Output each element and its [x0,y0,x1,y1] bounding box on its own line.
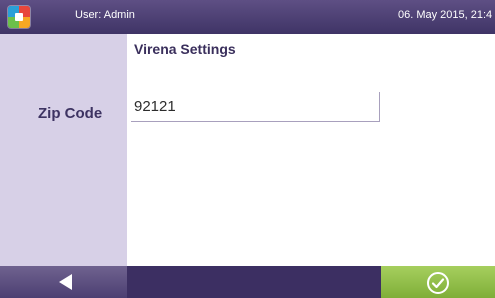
zip-code-input[interactable] [131,92,380,122]
page-title: Virena Settings [134,41,236,57]
label-panel: Zip Code [0,34,127,266]
status-bar: User: Admin 06. May 2015, 21:4 [0,0,495,34]
check-circle-icon [427,272,449,294]
datetime-label: 06. May 2015, 21:4 [398,9,493,21]
back-button[interactable] [0,266,127,298]
back-arrow-icon [59,274,72,290]
zip-code-label: Zip Code [38,105,103,122]
user-label: User: Admin [75,9,135,21]
confirm-button[interactable] [381,266,495,298]
app-logo-icon [8,6,30,28]
settings-panel: Virena Settings [127,34,495,266]
bottom-bar [0,266,495,298]
